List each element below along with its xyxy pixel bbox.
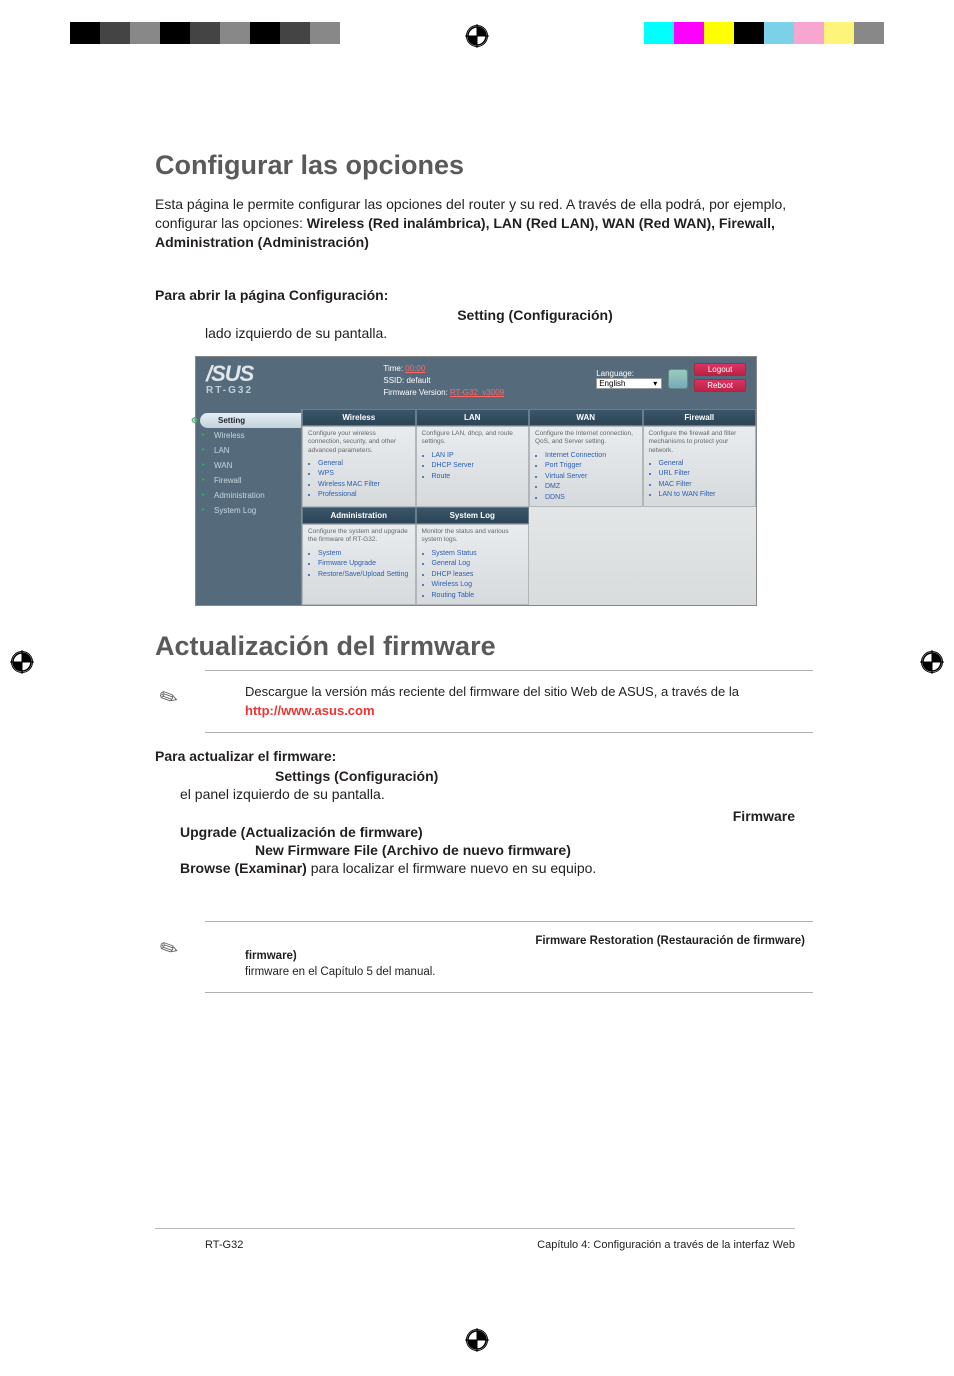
tile-link[interactable]: System Status	[432, 549, 524, 560]
note-restoration: ✎ Firmware Restoration (Restauración de …	[205, 921, 813, 994]
tile-link[interactable]: WPS	[318, 469, 410, 480]
tile-link[interactable]: URL Filter	[659, 469, 751, 480]
note-icon: ✎	[154, 681, 184, 717]
step2-right: Firmware	[733, 808, 795, 824]
tile-head-lan: LAN	[416, 409, 530, 426]
tile-link[interactable]: System	[318, 549, 410, 560]
tile-link[interactable]: MAC Filter	[659, 480, 751, 491]
language-label: Language:	[596, 369, 662, 378]
tile-link[interactable]: Wireless MAC Filter	[318, 480, 410, 491]
sidebar-item[interactable]: LAN	[196, 443, 301, 458]
note-text: Descargue la versión más reciente del fi…	[245, 684, 739, 699]
tile-link[interactable]: LAN IP	[432, 451, 524, 462]
tile-link[interactable]: LAN to WAN Filter	[659, 490, 751, 501]
open-step-bold: Setting (Configuración)	[457, 307, 613, 323]
note-download: ✎ Descargue la versión más reciente del …	[205, 670, 813, 732]
header-info: Time: 00:00 SSID: default Firmware Versi…	[383, 363, 504, 399]
tile-admin: Configure the system and upgrade the fir…	[302, 524, 416, 605]
note2-tail: firmware en el Capítulo 5 del manual.	[245, 965, 805, 981]
sidebar-item[interactable]: System Log	[196, 503, 301, 518]
open-config-heading: Para abrir la página Configuración:	[155, 287, 795, 303]
note2-bold: Firmware Restoration (Restauración de fi…	[535, 935, 805, 947]
tile-head-wireless: Wireless	[302, 409, 416, 426]
step3-tail: para localizar el firmware nuevo en su e…	[311, 860, 597, 876]
registration-mark-icon	[920, 650, 944, 674]
reboot-button[interactable]: Reboot	[694, 379, 746, 392]
note2-fw-word: firmware)	[245, 950, 297, 962]
tile-syslog: Monitor the status and various system lo…	[416, 524, 530, 605]
tile-link[interactable]: General	[318, 459, 410, 470]
sidebar-item[interactable]: Administration	[196, 488, 301, 503]
registration-mark-icon	[465, 24, 489, 48]
update-firmware-heading: Para actualizar el firmware:	[155, 748, 795, 764]
note-icon: ✎	[155, 931, 184, 966]
chevron-down-icon: ▾	[653, 379, 657, 388]
tile-link[interactable]: Port Trigger	[545, 461, 637, 472]
page-footer: RT-G32 Capítulo 4: Configuración a travé…	[155, 1228, 795, 1251]
tile-link[interactable]: DDNS	[545, 493, 637, 504]
tile-link[interactable]: General	[659, 459, 751, 470]
step3-browse: Browse (Examinar)	[180, 860, 307, 876]
tile-link[interactable]: DHCP Server	[432, 461, 524, 472]
sidebar-item-setting[interactable]: Setting	[200, 413, 301, 428]
tile-link[interactable]: General Log	[432, 559, 524, 570]
intro-paragraph: Esta página le permite configurar las op…	[155, 195, 795, 252]
tile-link[interactable]: Professional	[318, 490, 410, 501]
logout-button[interactable]: Logout	[694, 363, 746, 376]
screenshot-sidebar: Setting Wireless LAN WAN Firewall Admini…	[196, 409, 302, 606]
page-title: Configurar las opciones	[155, 150, 795, 181]
asus-logo: /SUS	[206, 363, 253, 385]
tile-link[interactable]: Restore/Save/Upload Setting	[318, 570, 410, 581]
flag-icon	[668, 369, 688, 389]
tile-link[interactable]: DMZ	[545, 482, 637, 493]
registration-mark-icon	[10, 650, 34, 674]
tile-link[interactable]: Virtual Server	[545, 472, 637, 483]
color-registration-right	[644, 22, 884, 44]
tile-link[interactable]: Wireless Log	[432, 580, 524, 591]
tile-head-firewall: Firewall	[643, 409, 757, 426]
sidebar-item[interactable]: WAN	[196, 458, 301, 473]
step1-bold: Settings (Configuración)	[275, 768, 438, 784]
tile-link[interactable]: Route	[432, 472, 524, 483]
firmware-heading: Actualización del firmware	[155, 631, 795, 662]
color-registration-left	[70, 22, 340, 44]
tile-head-wan: WAN	[529, 409, 643, 426]
tile-link[interactable]: Firmware Upgrade	[318, 559, 410, 570]
footer-chapter: Capítulo 4: Configuración a través de la…	[537, 1239, 795, 1251]
tile-firewall: Configure the firewall and filter mechan…	[643, 426, 757, 507]
tile-link[interactable]: DHCP leases	[432, 570, 524, 581]
tile-head-syslog: System Log	[416, 507, 530, 524]
router-admin-screenshot: /SUS RT-G32 Time: 00:00 SSID: default Fi…	[195, 356, 757, 607]
step3-bold: New Firmware File (Archivo de nuevo firm…	[255, 842, 571, 858]
tile-head-admin: Administration	[302, 507, 416, 524]
footer-model: RT-G32	[155, 1239, 243, 1251]
screenshot-main: Wireless LAN WAN Firewall Configure your…	[302, 409, 756, 606]
tile-link[interactable]: Internet Connection	[545, 451, 637, 462]
tile-wan: Configure the Internet connection, QoS, …	[529, 426, 643, 507]
tile-lan: Configure LAN, dhcp, and route settings.…	[416, 426, 530, 507]
step1-tail: el panel izquierdo de su pantalla.	[180, 786, 385, 802]
tile-link[interactable]: Routing Table	[432, 591, 524, 602]
step2-bold: Upgrade (Actualización de firmware)	[180, 824, 423, 840]
asus-url-link[interactable]: http://www.asus.com	[245, 703, 375, 718]
sidebar-item[interactable]: Wireless	[196, 428, 301, 443]
open-step-tail: lado izquierdo de su pantalla.	[155, 325, 795, 341]
registration-mark-icon	[465, 1328, 489, 1352]
tile-wireless: Configure your wireless connection, secu…	[302, 426, 416, 507]
language-select[interactable]: English▾	[596, 378, 662, 389]
router-model: RT-G32	[206, 385, 253, 396]
sidebar-item[interactable]: Firewall	[196, 473, 301, 488]
